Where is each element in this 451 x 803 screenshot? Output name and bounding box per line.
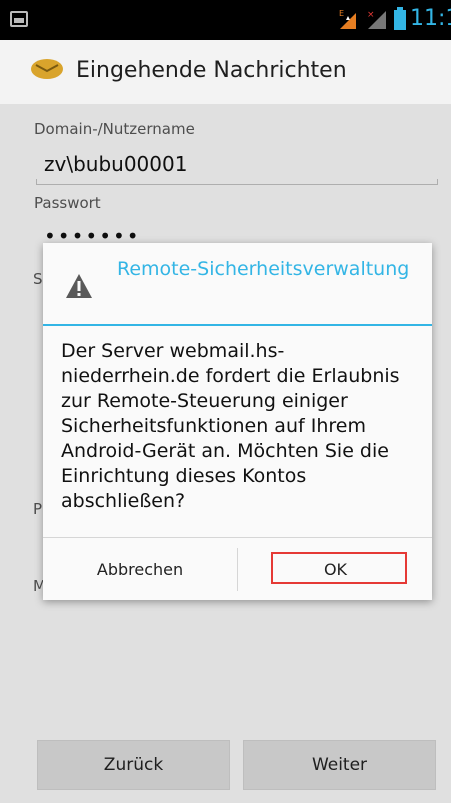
data-transfer-icon: E — [339, 9, 356, 29]
signal-icon: × — [367, 10, 386, 29]
action-bar: Eingehende Nachrichten — [0, 40, 451, 104]
dialog-button-bar: Abbrechen OK — [43, 537, 432, 601]
security-dialog: Remote-Sicherheitsverwaltung Der Server … — [43, 243, 432, 600]
status-bar: E × 11:15 — [0, 0, 451, 40]
svg-text:×: × — [367, 10, 375, 20]
button-separator — [237, 548, 238, 591]
battery-icon — [394, 7, 406, 30]
notification-image-icon — [10, 11, 28, 27]
svg-text:E: E — [339, 9, 344, 18]
page-title: Eingehende Nachrichten — [76, 58, 347, 83]
dialog-divider — [43, 324, 432, 326]
cancel-button[interactable]: Abbrechen — [43, 538, 237, 601]
status-time: 11:15 — [410, 6, 451, 31]
ok-button-label: OK — [323, 560, 348, 579]
ok-button[interactable]: OK — [239, 538, 432, 601]
mail-app-icon[interactable] — [30, 56, 64, 80]
cancel-button-label: Abbrechen — [96, 560, 184, 579]
dialog-message: Der Server webmail.hs-niederrhein.de for… — [61, 340, 400, 512]
warning-icon — [66, 274, 92, 298]
dialog-title: Remote-Sicherheitsverwaltung — [117, 258, 410, 280]
dialog-header: Remote-Sicherheitsverwaltung — [43, 243, 432, 326]
